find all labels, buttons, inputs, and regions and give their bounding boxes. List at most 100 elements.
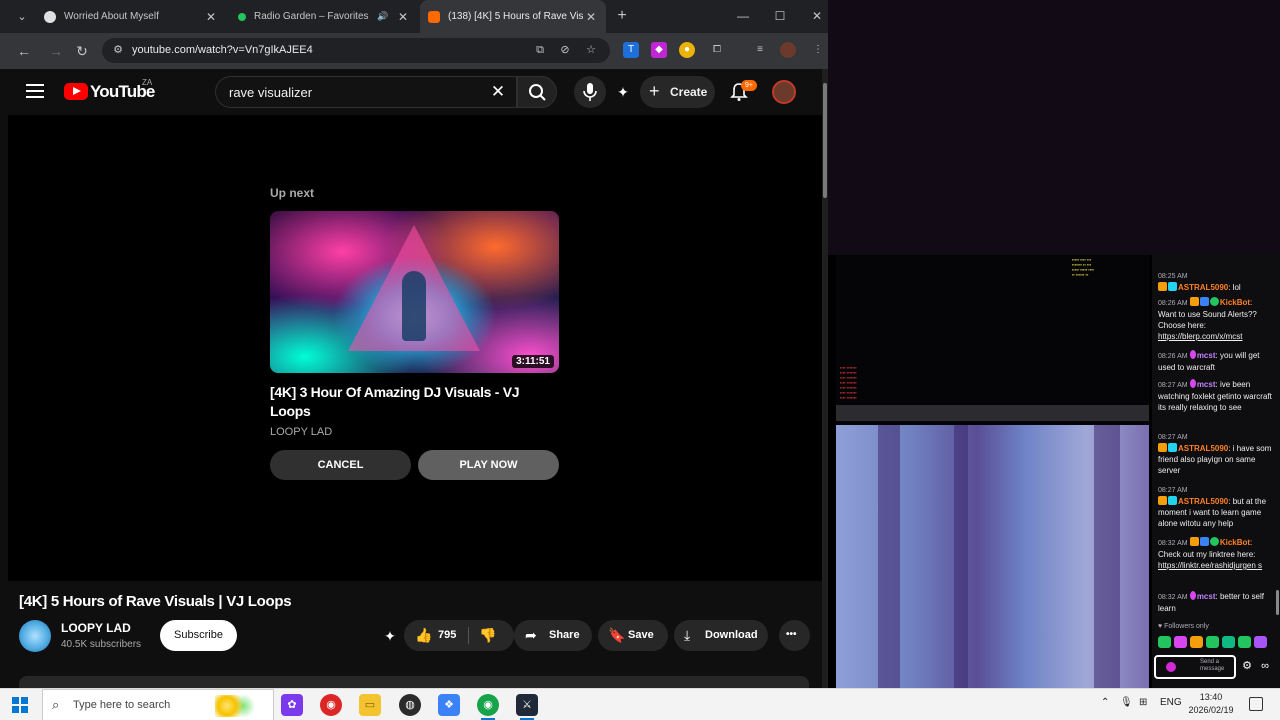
- chat-settings-icon[interactable]: ⚙: [1240, 659, 1254, 673]
- network-icon[interactable]: ⊞: [1139, 697, 1147, 708]
- tab-close-icon[interactable]: ✕: [396, 10, 410, 24]
- game-app-icon[interactable]: ⚔: [516, 694, 538, 720]
- eye-slash-icon[interactable]: ⊘: [557, 42, 573, 58]
- chrome-icon[interactable]: ◉: [320, 694, 342, 716]
- bookmark-star-icon[interactable]: ☆: [583, 42, 599, 58]
- share-button[interactable]: ➦ Share: [514, 620, 592, 651]
- close-window-icon[interactable]: ✕: [807, 6, 827, 26]
- taskbar: ⌕ Type here to search ✿ ◉ ▭ ◍ ❖ ◉ ⚔ ⌃ 🎙 …: [0, 688, 1280, 720]
- chat-link[interactable]: https://linktr.ee/rashidjurgen s: [1158, 561, 1262, 570]
- crown-badge-icon: [1158, 443, 1167, 452]
- chat-username[interactable]: mcst: [1197, 380, 1216, 389]
- emote-icon[interactable]: [1190, 636, 1203, 648]
- tab-worried-about-myself[interactable]: Worried About Myself ✕: [36, 0, 226, 33]
- cancel-autoplay-button[interactable]: CANCEL: [270, 450, 411, 480]
- tray-overflow-icon[interactable]: ⌃: [1101, 697, 1109, 708]
- app-icon[interactable]: ❖: [438, 694, 460, 716]
- extension-translate-icon[interactable]: T: [623, 42, 639, 58]
- back-icon[interactable]: ←: [14, 41, 34, 61]
- clock-date: 2026/02/19: [1188, 705, 1234, 715]
- ai-sparkle-icon[interactable]: ✦: [379, 625, 401, 647]
- account-avatar[interactable]: [772, 80, 796, 104]
- chat-scrollbar[interactable]: [1276, 590, 1279, 615]
- chat-username[interactable]: KickBot: [1220, 538, 1250, 547]
- browser-menu-icon[interactable]: ⋮: [810, 42, 826, 58]
- windows-start-icon[interactable]: [12, 697, 28, 713]
- voice-search-button[interactable]: [574, 76, 606, 108]
- new-tab-button[interactable]: +: [612, 6, 632, 26]
- play-now-button[interactable]: PLAY NOW: [418, 450, 559, 480]
- emote-picker-icon[interactable]: [1166, 662, 1176, 672]
- taskbar-clock[interactable]: 13:40 2026/02/19: [1186, 691, 1236, 717]
- microphone-tray-icon[interactable]: 🎙: [1120, 697, 1133, 708]
- next-video-title[interactable]: [4K] 3 Hour Of Amazing DJ Visuals - VJ L…: [270, 383, 560, 421]
- emote-icon[interactable]: [1174, 636, 1187, 648]
- search-input[interactable]: rave visualizer ✕: [215, 76, 517, 108]
- chat-link[interactable]: https://blerp.com/x/mcst: [1158, 332, 1242, 341]
- emote-icon[interactable]: [1254, 636, 1267, 648]
- chat-username[interactable]: ASTRAL5090: [1178, 444, 1228, 453]
- speaker-icon[interactable]: 🔊: [376, 11, 390, 22]
- thumbs-up-icon[interactable]: 👍: [415, 627, 432, 644]
- chat-username[interactable]: mcst: [1197, 351, 1216, 360]
- minimize-icon[interactable]: —: [733, 6, 753, 26]
- extensions-puzzle-icon[interactable]: ⧠: [709, 42, 725, 58]
- search-button[interactable]: [517, 76, 557, 108]
- chat-username[interactable]: mcst: [1197, 592, 1216, 601]
- clock-time: 13:40: [1199, 692, 1223, 702]
- region-code: ZA: [142, 78, 153, 87]
- video-player[interactable]: Up next 3:11:51 [4K] 3 Hour Of Amazing D…: [8, 115, 822, 581]
- tab-close-icon[interactable]: ✕: [584, 10, 598, 24]
- tab-title: Radio Garden – Favorites: [254, 11, 369, 22]
- extension-purple-icon[interactable]: ◆: [651, 42, 667, 58]
- forward-icon[interactable]: →: [46, 41, 66, 61]
- clear-search-icon[interactable]: ✕: [488, 82, 508, 102]
- create-button[interactable]: + Create: [640, 76, 715, 108]
- taskbar-search[interactable]: ⌕ Type here to search: [42, 689, 274, 720]
- notification-count-badge: 9+: [741, 80, 757, 91]
- obs-icon[interactable]: ◍: [399, 694, 421, 716]
- site-info-icon[interactable]: ⚙: [110, 42, 126, 58]
- tab-close-icon[interactable]: ✕: [204, 10, 218, 24]
- next-video-channel[interactable]: LOOPY LAD: [270, 426, 332, 438]
- tab-search-dropdown-icon[interactable]: ⌄: [12, 7, 32, 27]
- tab-radio-garden[interactable]: Radio Garden – Favorites 🔊 ✕: [230, 0, 418, 33]
- thumbs-down-icon[interactable]: 👎: [479, 627, 496, 644]
- extension-yellow-icon[interactable]: ●: [679, 42, 695, 58]
- profile-avatar-icon[interactable]: [780, 42, 796, 58]
- video-info: [4K] 5 Hours of Rave Visuals | VJ Loops …: [0, 581, 822, 688]
- chat-username[interactable]: ASTRAL5090: [1178, 497, 1228, 506]
- youtube-logo-icon[interactable]: [64, 83, 88, 100]
- emote-icon[interactable]: [1158, 636, 1171, 648]
- scrollbar-thumb[interactable]: [823, 83, 827, 198]
- download-button[interactable]: ⤓ Download: [674, 620, 768, 651]
- copilot-icon[interactable]: ✿: [281, 694, 303, 716]
- chat-more-icon[interactable]: ∞: [1258, 659, 1272, 673]
- channel-avatar[interactable]: [19, 620, 51, 652]
- chrome-profile-icon[interactable]: ◉: [477, 694, 499, 720]
- notification-center-icon[interactable]: [1249, 697, 1263, 711]
- reload-icon[interactable]: ↻: [72, 41, 92, 61]
- media-control-icon[interactable]: ≡: [752, 42, 768, 58]
- address-bar[interactable]: ⚙ youtube.com/watch?v=Vn7gIkAJEE4 ⧉ ⊘ ☆: [102, 38, 610, 63]
- save-button[interactable]: 🔖 Save: [598, 620, 668, 651]
- description-box[interactable]: [19, 676, 809, 688]
- chat-input[interactable]: Send a message: [1154, 655, 1236, 679]
- file-explorer-icon[interactable]: ▭: [359, 694, 381, 716]
- more-actions-button[interactable]: •••: [779, 620, 810, 651]
- emote-icon[interactable]: [1238, 636, 1251, 648]
- emote-icon[interactable]: [1222, 636, 1235, 648]
- chat-username[interactable]: ASTRAL5090: [1178, 283, 1228, 292]
- next-video-thumbnail[interactable]: 3:11:51: [270, 211, 559, 373]
- chat-username[interactable]: KickBot: [1220, 298, 1250, 307]
- subscribe-button[interactable]: Subscribe: [160, 620, 237, 651]
- menu-icon[interactable]: [26, 84, 44, 98]
- channel-name[interactable]: LOOPY LAD: [61, 621, 131, 635]
- ai-sparkle-icon[interactable]: ✦: [612, 81, 634, 103]
- language-indicator[interactable]: ENG: [1160, 697, 1182, 708]
- maximize-icon[interactable]: ☐: [770, 6, 790, 26]
- tab-youtube-rave-visuals[interactable]: (138) [4K] 5 Hours of Rave Visu ✕: [420, 0, 606, 33]
- like-count[interactable]: 795: [438, 629, 456, 641]
- install-app-icon[interactable]: ⧉: [532, 42, 548, 58]
- emote-icon[interactable]: [1206, 636, 1219, 648]
